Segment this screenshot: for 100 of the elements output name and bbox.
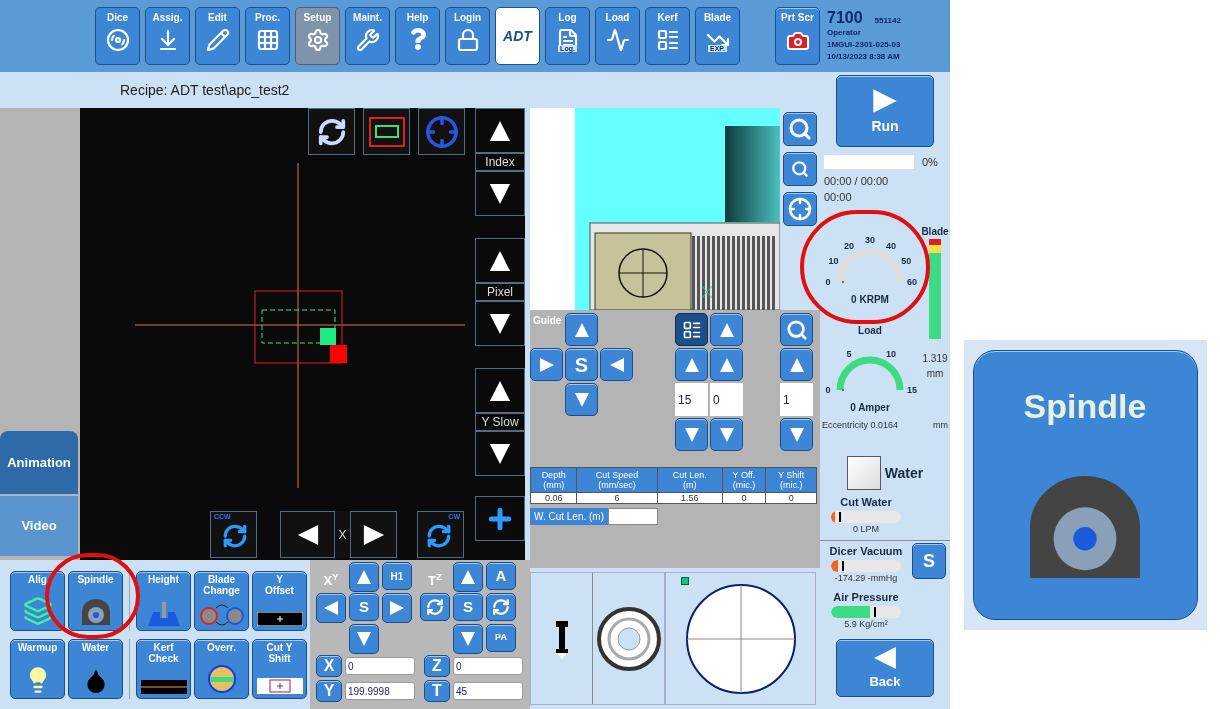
axis-caption: T$^{Z}$ <box>428 570 442 590</box>
zoom-button[interactable] <box>780 313 813 346</box>
jog-up-button[interactable] <box>453 562 483 592</box>
wafer-icon <box>105 28 130 52</box>
toolbar-button[interactable]: Login <box>445 7 490 65</box>
step-down-button[interactable] <box>475 301 525 346</box>
toolbar-button[interactable]: Edit <box>195 7 240 65</box>
meter-marker <box>838 511 841 522</box>
axis-caption: X$^{Y}$ <box>323 570 339 590</box>
guide-in-button[interactable] <box>530 348 563 381</box>
function-button[interactable]: Water <box>68 638 123 699</box>
add-button[interactable] <box>475 496 525 541</box>
search-icon <box>791 160 809 178</box>
guide-stop-button[interactable]: S <box>565 348 598 381</box>
zoom-up-button[interactable] <box>780 348 813 381</box>
logo: ADT <box>495 7 540 65</box>
toolbar-button[interactable]: Help <box>395 7 440 65</box>
function-button[interactable]: Kerf Check <box>136 638 191 699</box>
value-field[interactable]: 1 <box>780 383 813 416</box>
zoom-in-button[interactable] <box>783 112 817 146</box>
value-field[interactable]: 0 <box>710 383 743 416</box>
software-version: 1MGUI-2301-025-03 <box>827 39 901 51</box>
stop-button[interactable]: S <box>453 593 483 621</box>
function-button[interactable]: Overr. <box>194 638 249 699</box>
step-up-button[interactable] <box>475 108 525 153</box>
function-button[interactable]: Alig <box>10 570 65 631</box>
center-button[interactable] <box>783 192 817 226</box>
depth-up-button[interactable] <box>710 348 743 381</box>
view-tab[interactable]: Animation <box>0 431 78 494</box>
w-cut-field[interactable] <box>608 508 658 525</box>
depth-up-button[interactable] <box>675 348 708 381</box>
jog-right-button[interactable] <box>382 593 412 623</box>
position-field[interactable]: 45 <box>453 682 523 700</box>
stop-button[interactable]: S <box>349 593 379 621</box>
light-button[interactable] <box>675 313 708 346</box>
function-button[interactable]: Spindle <box>68 570 123 631</box>
function-button[interactable]: Cut Y Shift <box>252 638 307 699</box>
guide-out-button[interactable] <box>600 348 633 381</box>
depth-down-button[interactable] <box>710 418 743 451</box>
step-up-button[interactable] <box>475 238 525 283</box>
function-button[interactable]: Y Offset <box>252 570 307 631</box>
toolbar-button[interactable]: Assig. <box>145 7 190 65</box>
guide-up-button[interactable] <box>565 313 598 346</box>
position-field[interactable]: 0 <box>453 657 523 675</box>
axis-button[interactable]: Z <box>424 655 450 677</box>
axis-button[interactable]: T <box>424 680 450 702</box>
frame-button[interactable] <box>363 108 410 155</box>
refresh-button[interactable] <box>308 108 355 155</box>
print-screen-button[interactable]: Prt Scr <box>775 7 820 65</box>
jog-down-button[interactable] <box>453 624 483 654</box>
jog-up-button[interactable] <box>349 562 379 592</box>
depth-down-button[interactable] <box>675 418 708 451</box>
step-down-button[interactable] <box>475 431 525 476</box>
home-button[interactable]: H1 <box>382 562 412 590</box>
rotate-right-button[interactable] <box>486 593 516 621</box>
meter-reading: 5.9 Kg/cm² <box>844 617 888 631</box>
step-label: Pixel <box>475 283 525 301</box>
pa-button[interactable]: PA <box>486 624 516 652</box>
view-tab[interactable]: Video <box>0 496 78 556</box>
step-up-button[interactable] <box>475 368 525 413</box>
align-button[interactable]: A <box>486 562 516 590</box>
right-button[interactable] <box>350 511 397 558</box>
cone-button[interactable] <box>710 313 743 346</box>
gauge-tick-label: 20 <box>844 240 854 251</box>
toolbar-button[interactable]: Proc. <box>245 7 290 65</box>
rotate-icon <box>222 522 248 549</box>
axis-button[interactable]: X <box>316 655 342 677</box>
function-button[interactable]: Warmup <box>10 638 65 699</box>
blade-change-icon <box>199 601 244 626</box>
run-button[interactable]: Run <box>836 75 934 147</box>
value-field[interactable]: 15 <box>675 383 708 416</box>
table-cell: 0 <box>765 492 817 504</box>
table-cell: 0 <box>722 492 766 504</box>
step-down-button[interactable] <box>475 171 525 216</box>
zoom-out-button[interactable] <box>783 152 817 186</box>
column-header: Depth (mm) <box>530 467 577 493</box>
position-field[interactable]: 0 <box>345 657 415 675</box>
function-button[interactable]: Blade Change <box>194 570 249 631</box>
toolbar-button[interactable]: Kerf <box>645 7 690 65</box>
guide-down-button[interactable] <box>565 383 598 416</box>
toolbar-button[interactable]: Maint. <box>345 7 390 65</box>
triangle-icon <box>787 425 806 444</box>
vacuum-button[interactable]: S <box>912 543 946 579</box>
rotate-left-button[interactable] <box>420 593 450 621</box>
jog-left-button[interactable] <box>316 593 346 623</box>
zoom-down-button[interactable] <box>780 418 813 451</box>
grid-icon <box>255 28 280 52</box>
position-field[interactable]: 199.9998 <box>345 682 415 700</box>
target-icon <box>788 197 812 221</box>
function-button[interactable]: Height <box>136 570 191 631</box>
water-checkbox[interactable] <box>846 456 881 490</box>
guide-title: Guide <box>532 314 563 328</box>
toolbar-button[interactable]: Dice <box>95 7 140 65</box>
axis-button[interactable]: Y <box>316 680 342 702</box>
jog-down-button[interactable] <box>349 624 379 654</box>
toolbar-button[interactable]: Load <box>595 7 640 65</box>
back-button[interactable]: Back <box>836 639 934 697</box>
spindle-button-enlarged[interactable]: Spindle <box>972 349 1198 620</box>
focus-button[interactable] <box>418 108 465 155</box>
left-button[interactable] <box>280 511 335 558</box>
